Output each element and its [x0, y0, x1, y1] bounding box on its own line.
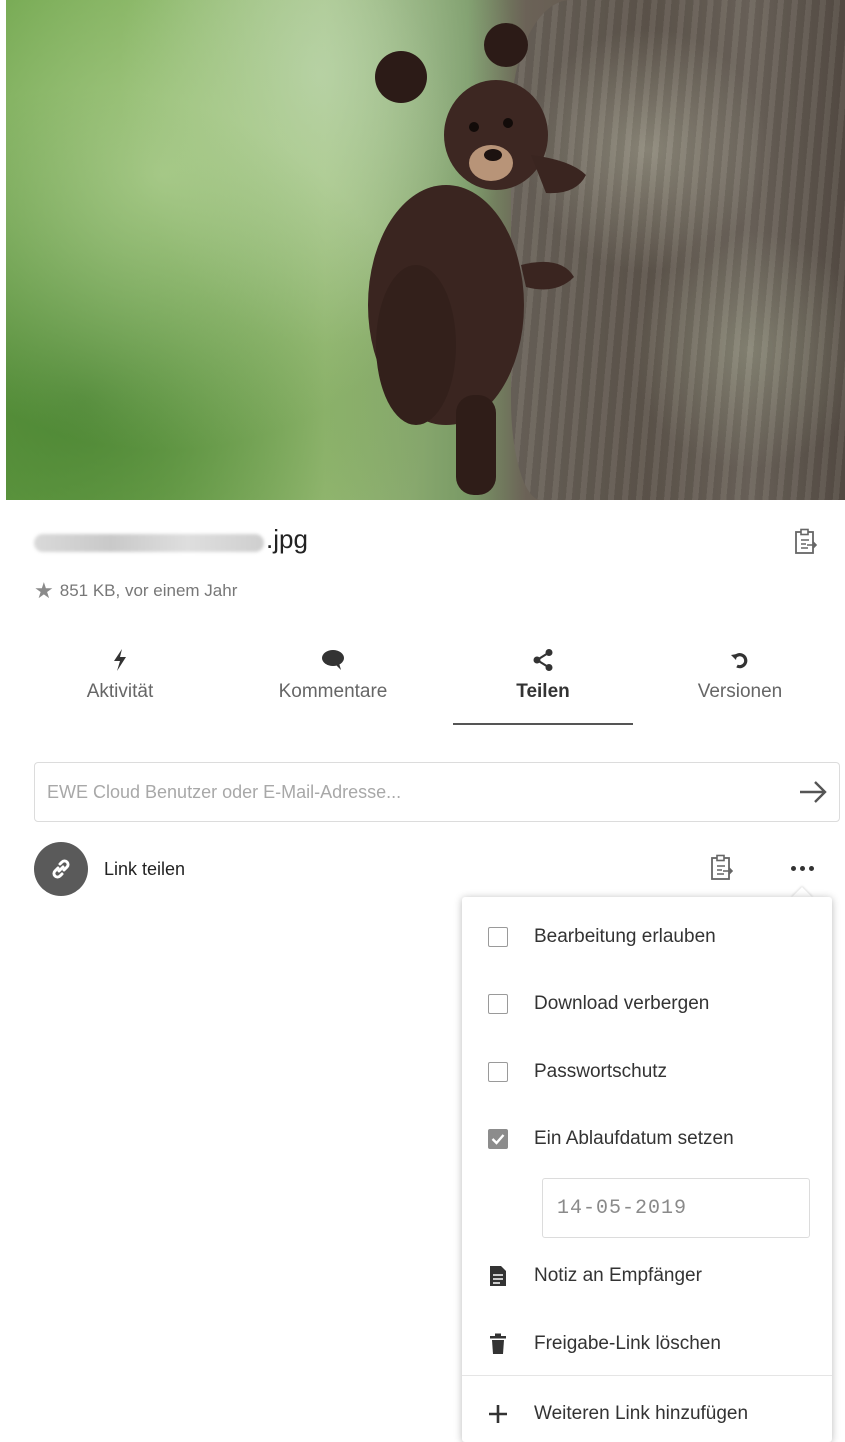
file-header: .jpg: [34, 522, 814, 566]
menu-item-label: Passwortschutz: [534, 1061, 668, 1082]
allow-editing-checkbox[interactable]: [488, 927, 508, 947]
menu-separator: [462, 1375, 832, 1376]
file-extension: .jpg: [266, 524, 308, 554]
expiration-checkbox[interactable]: [488, 1129, 508, 1149]
check-icon: [491, 1134, 505, 1145]
arrow-right-icon[interactable]: [797, 777, 829, 807]
filename-redacted: [34, 534, 264, 552]
bolt-icon: [30, 645, 210, 675]
menu-allow-editing[interactable]: Bearbeitung erlauben: [462, 909, 832, 965]
tab-aktivitaet[interactable]: Aktivität: [30, 645, 210, 725]
share-search-box: [34, 762, 840, 822]
menu-password[interactable]: Passwortschutz: [462, 1044, 832, 1100]
trash-icon: [486, 1332, 510, 1356]
password-checkbox[interactable]: [488, 1062, 508, 1082]
history-icon: [650, 645, 830, 675]
file-preview-image: [6, 0, 845, 500]
link-share-row: Link teilen: [34, 842, 834, 898]
menu-item-label: Freigabe-Link löschen: [534, 1333, 721, 1354]
copy-clipboard-icon[interactable]: [793, 528, 819, 556]
file-meta: ★ 851 KB, vor einem Jahr: [34, 580, 237, 602]
menu-item-label: Notiz an Empfänger: [534, 1265, 702, 1286]
share-icon: [453, 645, 633, 675]
plus-icon: [486, 1402, 510, 1426]
menu-note[interactable]: Notiz an Empfänger: [462, 1248, 832, 1304]
link-icon: [34, 842, 88, 896]
comment-icon: [243, 645, 423, 675]
file-size-date: 851 KB, vor einem Jahr: [59, 581, 238, 600]
details-tabs: Aktivität Kommentare Teilen Versionen: [30, 645, 820, 725]
tab-kommentare[interactable]: Kommentare: [243, 645, 423, 725]
tab-teilen[interactable]: Teilen: [453, 645, 633, 725]
menu-delete-link[interactable]: Freigabe-Link löschen: [462, 1316, 832, 1372]
tab-versionen[interactable]: Versionen: [650, 645, 830, 725]
menu-expiration[interactable]: Ein Ablaufdatum setzen: [462, 1111, 832, 1167]
menu-item-label: Weiteren Link hinzufügen: [534, 1403, 749, 1424]
expiration-date-field: [542, 1178, 810, 1238]
menu-hide-download[interactable]: Download verbergen: [462, 976, 832, 1032]
star-icon[interactable]: ★: [34, 580, 54, 602]
bear-cub-illustration: [368, 23, 586, 495]
tab-label: Aktivität: [86, 681, 154, 702]
tab-label: Teilen: [516, 681, 570, 702]
menu-item-label: Ein Ablaufdatum setzen: [534, 1128, 734, 1149]
copy-link-icon[interactable]: [709, 854, 735, 882]
share-recipient-input[interactable]: [35, 763, 789, 821]
more-options-icon[interactable]: [786, 856, 818, 880]
menu-item-label: Download verbergen: [534, 993, 710, 1014]
expiration-date-input[interactable]: [543, 1179, 809, 1237]
tab-label: Versionen: [697, 681, 783, 702]
tab-label: Kommentare: [278, 681, 388, 702]
menu-item-label: Bearbeitung erlauben: [534, 926, 716, 947]
hide-download-checkbox[interactable]: [488, 994, 508, 1014]
link-options-menu: Bearbeitung erlauben Download verbergen …: [462, 897, 832, 1442]
link-share-label: Link teilen: [104, 859, 186, 879]
note-icon: [486, 1264, 510, 1288]
